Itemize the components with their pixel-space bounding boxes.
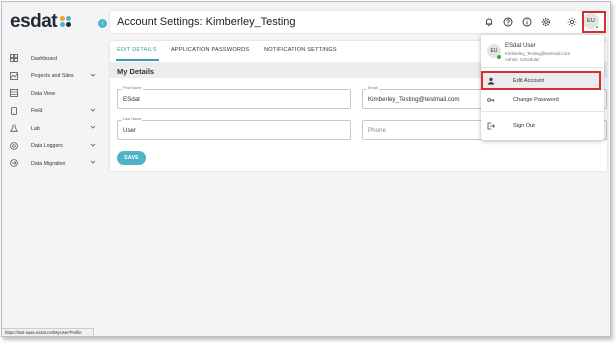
last-name-label: Last Name (122, 117, 143, 121)
logger-icon (10, 141, 18, 150)
top-bar: Account Settings: Kimberley_Testing EU (110, 11, 607, 33)
active-tab-indicator (116, 59, 159, 61)
chevron-down-icon[interactable] (90, 124, 96, 130)
first-name-field[interactable]: First Name ESdat (117, 86, 351, 109)
migration-icon (10, 159, 18, 167)
app-logo[interactable]: esdat (10, 11, 73, 32)
sidebar-item-dashboard[interactable]: Dashboard (2, 50, 103, 68)
last-name-field[interactable]: Last Name User (117, 117, 351, 140)
sidebar-nav: Dashboard Projects and Sites Data View F… (2, 50, 103, 173)
sidebar-item-data-loggers[interactable]: Data Loggers (2, 138, 103, 156)
status-bar-url: https://test-saas.esdat.net/MyUser/Profi… (2, 328, 94, 336)
sidebar-item-label: Field (31, 108, 43, 115)
sidebar-item-lab[interactable]: Lab (2, 120, 103, 138)
user-menu-name: ESdat User (505, 43, 536, 49)
highlight-box-avatar (582, 11, 606, 33)
sidebar-item-label: Data Loggers (31, 143, 63, 150)
tab-notification-settings[interactable]: NOTIFICATION SETTINGS (264, 47, 337, 53)
bell-icon[interactable] (484, 17, 494, 27)
sidebar-item-field[interactable]: Field (2, 103, 103, 121)
menu-item-change-password[interactable]: Change Password (481, 91, 604, 109)
sidebar-item-data-migration[interactable]: Data Migration (2, 155, 103, 173)
gear-icon[interactable] (541, 17, 551, 27)
first-name-value: ESdat (123, 96, 140, 103)
user-menu-roles: Admin, Scheduler (505, 57, 540, 62)
table-icon (10, 89, 18, 97)
phone-placeholder: Phone (368, 127, 386, 134)
map-icon (10, 71, 18, 80)
help-icon[interactable] (503, 17, 513, 27)
sidebar-item-label: Projects and Sites (31, 73, 74, 80)
app-window: esdat Dashboard Projects and Sites Data … (1, 1, 611, 337)
chevron-down-icon[interactable] (90, 72, 96, 78)
page-title: Account Settings: Kimberley_Testing (117, 16, 296, 28)
sidebar-item-label: Data View (31, 90, 56, 97)
dashboard-icon (10, 54, 18, 62)
sidebar-item-data-view[interactable]: Data View (2, 85, 103, 103)
tab-application-passwords[interactable]: APPLICATION PASSWORDS (171, 47, 249, 53)
sidebar-item-label: Dashboard (31, 55, 57, 62)
collapse-sidebar-button[interactable]: ‹ (98, 19, 107, 28)
chevron-down-icon[interactable] (90, 107, 96, 113)
section-title: My Details (117, 67, 155, 76)
menu-divider (481, 67, 604, 68)
tablet-icon (11, 106, 17, 115)
email-value: Kimberley_Testing@testmail.com (368, 96, 460, 103)
last-name-value: User (123, 127, 137, 134)
online-status-dot (497, 55, 501, 59)
email-label: Email (367, 86, 379, 90)
tab-edit-details[interactable]: EDIT DETAILS (117, 47, 157, 53)
key-icon (487, 98, 495, 102)
first-name-label: First Name (122, 86, 143, 90)
brightness-icon[interactable] (567, 17, 577, 27)
logo-text: esdat (10, 11, 58, 32)
menu-item-label: Sign Out (513, 123, 535, 129)
sidebar-item-label: Data Migration (31, 160, 66, 167)
logo-dots-icon (59, 15, 73, 29)
sign-out-icon (487, 122, 495, 130)
chevron-down-icon[interactable] (90, 159, 96, 165)
chevron-down-icon[interactable] (90, 142, 96, 148)
sidebar-item-projects-and-sites[interactable]: Projects and Sites (2, 68, 103, 86)
menu-item-label: Change Password (513, 97, 559, 103)
menu-divider (481, 111, 604, 112)
sidebar-item-label: Lab (31, 125, 40, 132)
save-button[interactable]: SAVE (117, 151, 146, 165)
user-menu-email: Kimberley_Testing@testmail.com (505, 51, 570, 56)
flask-icon (10, 124, 18, 132)
menu-item-sign-out[interactable]: Sign Out (481, 117, 604, 135)
sidebar: esdat Dashboard Projects and Sites Data … (2, 2, 103, 336)
highlight-box-edit-account (481, 71, 601, 90)
info-icon[interactable] (522, 17, 532, 27)
